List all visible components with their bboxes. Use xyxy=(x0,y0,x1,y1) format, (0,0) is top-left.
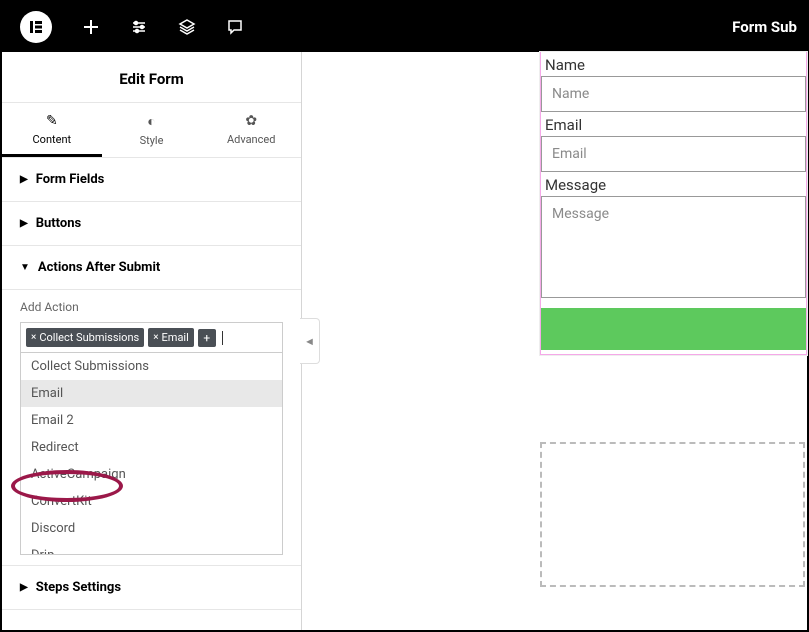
panel-title: Edit Form xyxy=(2,52,301,102)
name-label: Name xyxy=(541,52,806,76)
settings-icon[interactable] xyxy=(130,18,148,36)
option-drip[interactable]: Drip xyxy=(21,542,282,555)
tab-style[interactable]: ◐ Style xyxy=(102,103,202,157)
section-actions-label: Actions After Submit xyxy=(38,260,160,275)
option-collect-submissions[interactable]: Collect Submissions xyxy=(21,353,282,380)
canvas-area: ◄ Name Email Message xyxy=(302,52,807,630)
name-input[interactable] xyxy=(541,76,806,112)
message-textarea[interactable] xyxy=(541,196,806,298)
option-convertkit[interactable]: ConvertKit xyxy=(21,488,282,515)
option-discord[interactable]: Discord xyxy=(21,515,282,542)
editor-panel: Edit Form ✎ Content ◐ Style ✿ Advanced ▶… xyxy=(2,52,302,630)
chip-email[interactable]: × Email xyxy=(148,328,194,347)
pencil-icon: ✎ xyxy=(2,113,102,129)
section-buttons-label: Buttons xyxy=(36,216,82,231)
chip-email-label: Email xyxy=(162,331,189,344)
section-steps-settings[interactable]: ▶ Steps Settings xyxy=(2,565,301,610)
option-redirect[interactable]: Redirect xyxy=(21,434,282,461)
page-status: Form Sub xyxy=(732,18,797,36)
chip-collect-submissions[interactable]: × Collect Submissions xyxy=(26,328,144,347)
contrast-icon: ◐ xyxy=(102,113,202,130)
email-input[interactable] xyxy=(541,136,806,172)
elementor-logo[interactable] xyxy=(20,11,52,43)
tab-content[interactable]: ✎ Content xyxy=(2,103,102,157)
top-toolbar: Form Sub xyxy=(2,2,807,52)
form-widget-preview[interactable]: Name Email Message xyxy=(540,52,807,355)
caret-right-icon: ▶ xyxy=(20,582,28,593)
caret-down-icon: ▼ xyxy=(20,262,30,273)
submit-button[interactable] xyxy=(541,308,806,350)
add-action-label: Add Action xyxy=(20,300,283,314)
gear-icon: ✿ xyxy=(201,113,301,129)
action-dropdown[interactable]: Collect Submissions Email Email 2 Redire… xyxy=(20,353,283,555)
tab-content-label: Content xyxy=(2,133,102,146)
layers-icon[interactable] xyxy=(178,18,196,36)
section-form-fields-label: Form Fields xyxy=(36,172,105,187)
close-icon[interactable]: × xyxy=(31,332,36,343)
text-cursor xyxy=(222,331,223,345)
tab-advanced[interactable]: ✿ Advanced xyxy=(201,103,301,157)
panel-collapse-handle[interactable]: ◄ xyxy=(300,318,320,364)
section-form-fields[interactable]: ▶ Form Fields xyxy=(2,158,301,202)
empty-section-placeholder[interactable] xyxy=(540,442,805,587)
action-select-input[interactable]: × Collect Submissions × Email + xyxy=(20,322,283,353)
option-email-2[interactable]: Email 2 xyxy=(21,407,282,434)
section-buttons[interactable]: ▶ Buttons xyxy=(2,202,301,246)
tab-advanced-label: Advanced xyxy=(201,133,301,146)
caret-right-icon: ▶ xyxy=(20,218,28,229)
add-chip-button[interactable]: + xyxy=(198,329,216,347)
comment-icon[interactable] xyxy=(226,18,244,36)
caret-right-icon: ▶ xyxy=(20,174,28,185)
section-steps-label: Steps Settings xyxy=(36,580,121,595)
chip-collect-label: Collect Submissions xyxy=(39,331,139,344)
close-icon[interactable]: × xyxy=(153,332,158,343)
option-activecampaign[interactable]: ActiveCampaign xyxy=(21,461,282,488)
add-icon[interactable] xyxy=(82,18,100,36)
section-actions-after-submit[interactable]: ▼ Actions After Submit xyxy=(2,246,301,290)
email-label: Email xyxy=(541,112,806,136)
option-email[interactable]: Email xyxy=(21,380,282,407)
message-label: Message xyxy=(541,172,806,196)
tab-style-label: Style xyxy=(102,134,202,147)
